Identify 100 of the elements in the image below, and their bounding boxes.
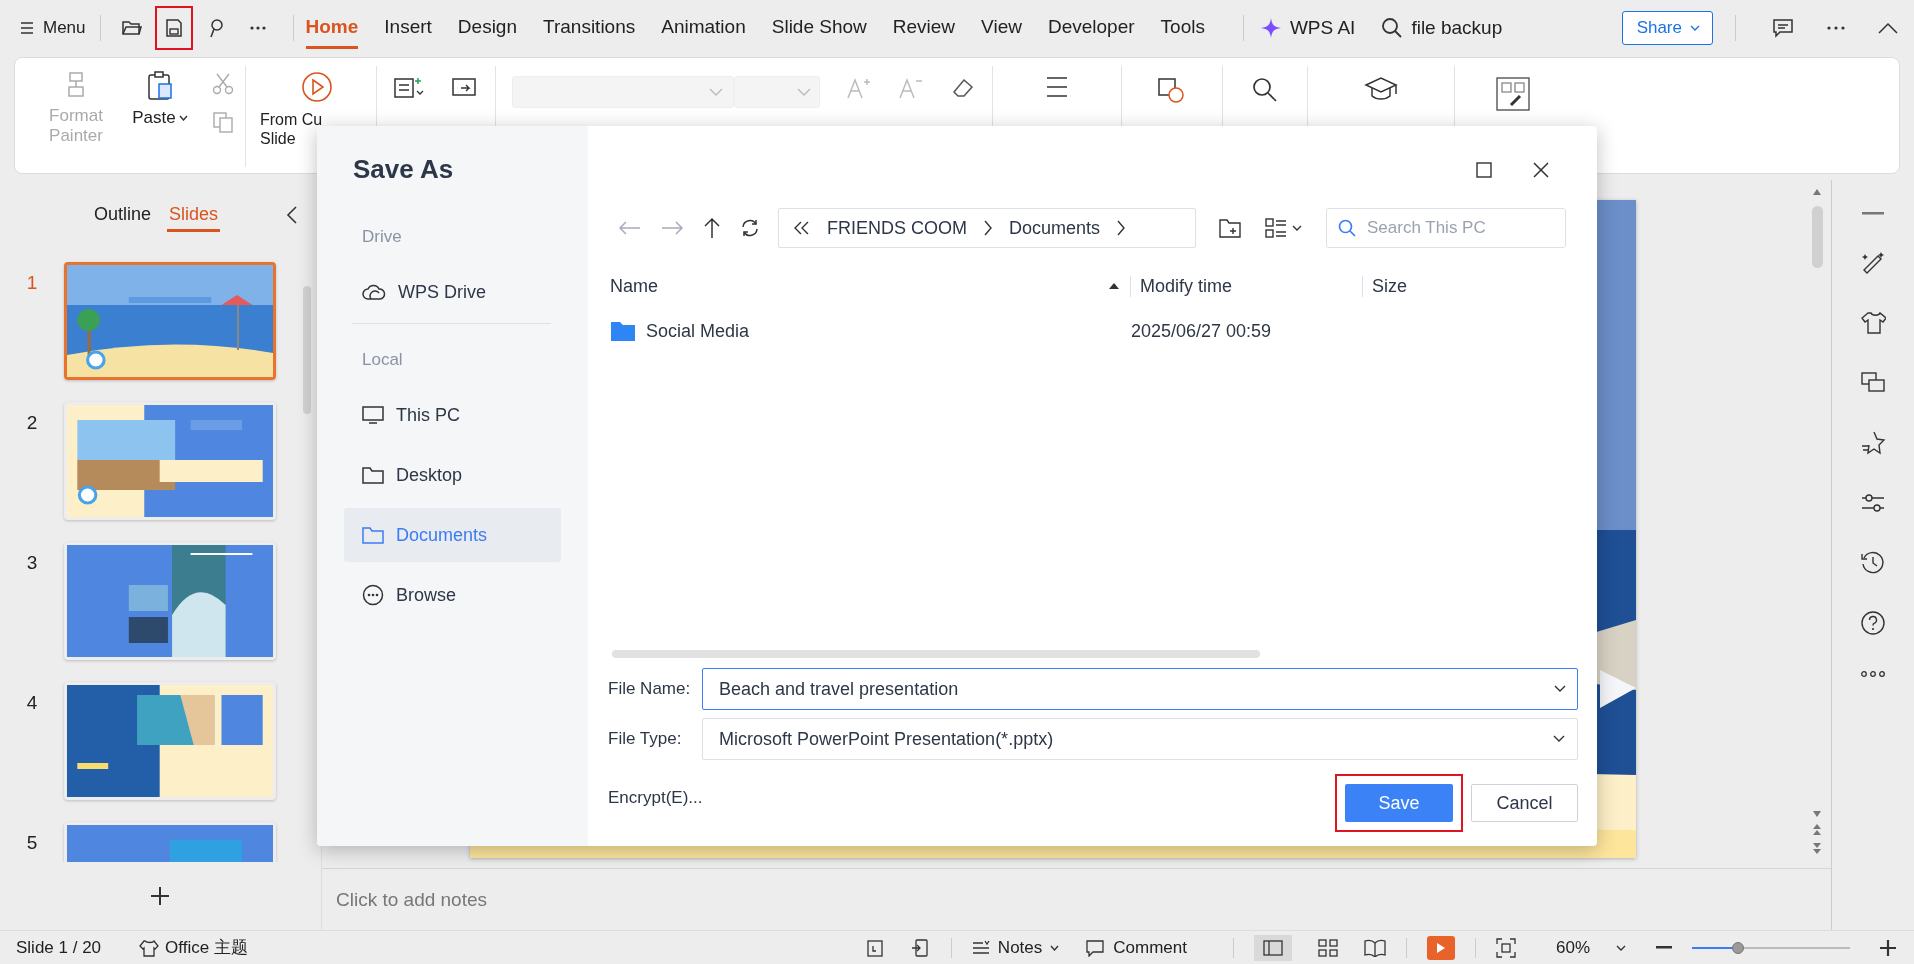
next-slide-icon[interactable]: [1812, 842, 1822, 854]
search-text[interactable]: file backup: [1411, 16, 1503, 39]
minimize-icon[interactable]: [1862, 212, 1884, 216]
magic-wand-icon[interactable]: [1860, 250, 1886, 276]
ribbon-tab[interactable]: Review: [892, 6, 956, 49]
notes-field[interactable]: Click to add notes: [336, 889, 488, 911]
maximize-icon[interactable]: [1476, 162, 1492, 178]
paste-button[interactable]: Paste: [132, 108, 188, 129]
up-icon[interactable]: [702, 217, 722, 239]
zoom-in-icon[interactable]: [1880, 939, 1896, 956]
section-heading: Drive: [362, 227, 403, 247]
cancel-button[interactable]: Cancel: [1471, 784, 1578, 822]
search-icon[interactable]: [1251, 76, 1279, 104]
double-chevron-icon[interactable]: [793, 221, 811, 235]
slide-number: 1: [25, 271, 39, 294]
align-icon[interactable]: [1045, 76, 1069, 98]
previous-slide-icon[interactable]: [1812, 824, 1822, 836]
save-button[interactable]: Save: [1345, 784, 1453, 822]
zoom-slider[interactable]: [1692, 941, 1850, 954]
column-header[interactable]: Name: [610, 275, 1108, 297]
help-icon[interactable]: [1860, 610, 1886, 636]
zoom-out-icon[interactable]: [1656, 945, 1672, 950]
shirt-icon[interactable]: [1860, 310, 1886, 336]
caret-icon: [797, 88, 811, 96]
caret-icon: [709, 88, 723, 96]
scroll-up-icon[interactable]: [1812, 188, 1822, 196]
panel-tab[interactable]: Slides: [167, 198, 221, 232]
field-label: File Name:: [608, 679, 692, 699]
scroll-down-icon[interactable]: [1812, 810, 1822, 818]
ribbon-tab[interactable]: View: [981, 6, 1022, 49]
save-icon[interactable]: [154, 5, 193, 50]
ribbon-tab[interactable]: Transitions: [543, 6, 636, 49]
ribbon-tab[interactable]: Animation: [661, 6, 746, 49]
caret-icon: [178, 115, 188, 122]
shapes-icon[interactable]: [1156, 76, 1186, 104]
scrollbar[interactable]: [303, 286, 311, 414]
menu-button[interactable]: Menu: [18, 13, 88, 42]
caret-icon[interactable]: [1616, 944, 1626, 951]
slide-counter: Slide 1 / 20: [16, 937, 102, 958]
sort-icon[interactable]: [1108, 282, 1120, 290]
new-folder-icon[interactable]: [1218, 217, 1242, 239]
ribbon-tab[interactable]: Slide Show: [771, 6, 867, 49]
file-name[interactable]: Social Media: [646, 320, 1131, 342]
column-header[interactable]: Modify time: [1130, 275, 1362, 297]
phone-icon[interactable]: [910, 937, 931, 958]
ribbon-tab[interactable]: Insert: [384, 6, 432, 49]
slideshow-button[interactable]: [1426, 935, 1455, 960]
slide-number: 3: [25, 551, 39, 574]
location-item[interactable]: WPS Drive: [344, 265, 561, 319]
path-segment[interactable]: Documents: [1009, 217, 1101, 239]
folder-icon: [362, 526, 384, 544]
refresh-icon[interactable]: [740, 218, 760, 238]
path-segment[interactable]: FRIENDS COOM: [827, 217, 967, 239]
chevron-right-icon[interactable]: [1116, 220, 1127, 236]
wps-ai-button[interactable]: WPS AI: [1289, 16, 1356, 39]
eraser-icon[interactable]: [950, 76, 976, 100]
column-header[interactable]: Size: [1362, 275, 1407, 297]
ribbon-tab[interactable]: Design: [457, 6, 517, 49]
book-icon[interactable]: [1363, 938, 1386, 957]
play-icon: [1435, 941, 1446, 954]
slide-number: 5: [25, 831, 39, 854]
more-icon[interactable]: [1860, 670, 1886, 678]
caret-icon[interactable]: [1554, 685, 1566, 693]
notes-button[interactable]: Notes: [971, 937, 1060, 958]
location-item[interactable]: Browse: [344, 568, 561, 622]
location-item[interactable]: This PC: [344, 388, 561, 442]
location-item[interactable]: Desktop: [344, 448, 561, 502]
share-button[interactable]: Share: [1621, 10, 1713, 45]
comment-button[interactable]: Comment: [1085, 937, 1187, 958]
search-field[interactable]: Search This PC: [1326, 208, 1566, 248]
path-bar[interactable]: FRIENDS COOM Documents: [778, 208, 1196, 248]
file-type-dropdown[interactable]: Microsoft PowerPoint Presentation(*.pptx): [702, 718, 1578, 760]
page-icon[interactable]: [864, 937, 885, 958]
file-name-field[interactable]: Beach and travel presentation: [702, 668, 1578, 710]
encrypt-link[interactable]: Encrypt(E)...: [608, 774, 703, 808]
normal-view-button[interactable]: [1253, 934, 1292, 961]
star-icon[interactable]: [1860, 430, 1886, 456]
scrollbar[interactable]: [1811, 206, 1823, 268]
theme-name[interactable]: Office 主题: [165, 936, 248, 959]
fit-icon[interactable]: [1495, 937, 1516, 958]
toolbox-icon[interactable]: [1495, 76, 1531, 112]
ribbon-tab[interactable]: Developer: [1047, 6, 1135, 49]
comment-icon: [1085, 938, 1106, 957]
caret-icon: [1553, 735, 1565, 743]
zoom-level[interactable]: 60%: [1555, 937, 1590, 958]
history-icon[interactable]: [1860, 550, 1886, 576]
modify-time: 2025/06/27 00:59: [1131, 320, 1272, 342]
close-icon[interactable]: [1532, 161, 1550, 179]
collapse-icon[interactable]: [1878, 21, 1898, 34]
comment-icon[interactable]: [1772, 17, 1794, 38]
cloud-icon: [362, 283, 386, 301]
grid-view-icon[interactable]: [1317, 938, 1338, 957]
scrollbar[interactable]: [612, 650, 1260, 658]
notes-icon: [971, 939, 990, 956]
panel-tab[interactable]: Outline: [92, 198, 154, 232]
more-icon[interactable]: [1826, 24, 1846, 31]
ribbon-tab[interactable]: Tools: [1160, 6, 1205, 49]
chevron-right-icon[interactable]: [983, 220, 993, 236]
add-icon[interactable]: [149, 885, 171, 907]
chevron-left-icon[interactable]: [286, 206, 299, 224]
